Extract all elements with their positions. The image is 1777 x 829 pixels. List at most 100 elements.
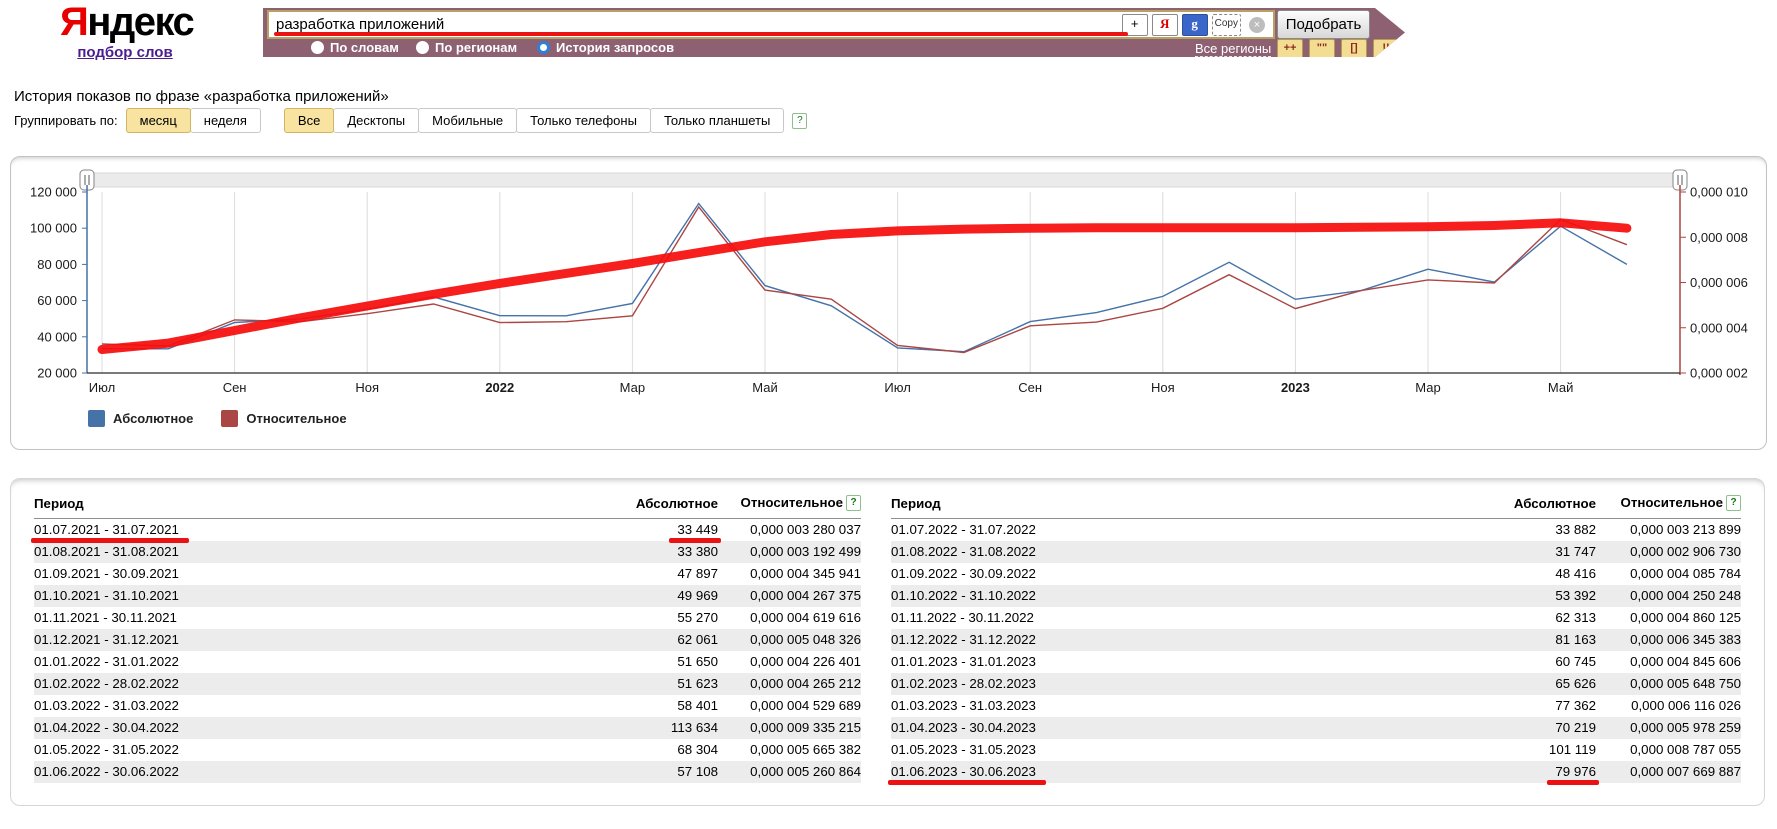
cell-value: 48 416 <box>1555 566 1596 581</box>
device-button-1[interactable]: Десктопы <box>333 108 419 133</box>
cell-value: 0,000 007 669 887 <box>1630 764 1741 779</box>
trend-annotation-line <box>102 223 1627 350</box>
cell-value: 65 626 <box>1555 676 1596 691</box>
device-button-3[interactable]: Только телефоны <box>516 108 651 133</box>
left-axis-tick-label: 40 000 <box>37 329 77 344</box>
relative-cell: 0,000 004 085 784 <box>1596 563 1741 585</box>
absolute-cell: 48 416 <box>1426 563 1596 585</box>
cell-value: 62 313 <box>1555 610 1596 625</box>
red-underline-annotation-search <box>274 32 1128 36</box>
table-row: 01.11.2021 - 30.11.202155 2700,000 004 6… <box>34 607 861 629</box>
help-icon[interactable]: ? <box>846 495 861 511</box>
relative-column-header[interactable]: Относительное? <box>1596 489 1741 519</box>
submit-button[interactable]: Подобрать <box>1277 10 1370 39</box>
relative-cell: 0,000 004 529 689 <box>718 695 861 717</box>
period-cell: 01.11.2022 - 30.11.2022 <box>891 607 1426 629</box>
clear-icon[interactable]: × <box>1249 17 1265 33</box>
relative-cell: 0,000 004 226 401 <box>718 651 861 673</box>
radio-option-1[interactable]: По регионам <box>416 40 517 55</box>
red-underline-annotation <box>669 538 721 543</box>
table-row: 01.04.2022 - 30.04.2022113 6340,000 009 … <box>34 717 861 739</box>
radio-option-2[interactable]: История запросов <box>537 40 674 55</box>
absolute-cell: 58 401 <box>548 695 718 717</box>
relative-cell: 0,000 005 048 326 <box>718 629 861 651</box>
chart-gridlines <box>102 192 1561 373</box>
relative-column-header[interactable]: Относительное? <box>718 489 861 519</box>
cell-value: 01.09.2021 - 30.09.2021 <box>34 566 179 581</box>
group-button-1[interactable]: неделя <box>190 108 261 133</box>
legend-item-0[interactable]: Абсолютное <box>88 410 193 427</box>
search-input[interactable]: разработка приложений + Я g Copy × <box>267 10 1275 39</box>
cell-value: 101 119 <box>1549 742 1596 757</box>
help-icon[interactable]: ? <box>792 113 807 129</box>
all-regions-link[interactable]: Все регионы <box>1195 41 1271 57</box>
help-icon[interactable]: ? <box>1726 495 1741 511</box>
relative-cell: 0,000 004 845 606 <box>1596 651 1741 673</box>
absolute-cell: 47 897 <box>548 563 718 585</box>
x-axis-tick-label: Июл <box>884 380 910 395</box>
cell-value: 60 745 <box>1555 654 1596 669</box>
radio-option-0[interactable]: По словам <box>311 40 399 55</box>
legend-label: Абсолютное <box>113 411 193 426</box>
period-cell: 01.07.2022 - 31.07.2022 <box>891 519 1426 542</box>
absolute-cell: 53 392 <box>1426 585 1596 607</box>
absolute-cell: 62 313 <box>1426 607 1596 629</box>
table-row: 01.03.2023 - 31.03.202377 3620,000 006 1… <box>891 695 1741 717</box>
absolute-cell: 33 449 <box>548 519 718 542</box>
google-favicon-button[interactable]: g <box>1182 14 1208 36</box>
absolute-cell: 68 304 <box>548 739 718 761</box>
cell-value: 01.03.2023 - 31.03.2023 <box>891 698 1036 713</box>
cell-value: 113 634 <box>671 720 718 735</box>
cell-value: 49 969 <box>677 588 718 603</box>
device-button-2[interactable]: Мобильные <box>418 108 517 133</box>
right-axis-tick-label: 0,000 008 <box>1690 230 1748 245</box>
history-chart: 120 000100 00080 00060 00040 00020 0000,… <box>11 157 1764 407</box>
cell-value: 0,000 006 345 383 <box>1630 632 1741 647</box>
yandex-logo[interactable]: Яндекс <box>60 0 190 44</box>
operator-button-0[interactable]: ++ <box>1277 39 1303 59</box>
left-axis-tick-label: 100 000 <box>30 221 77 236</box>
operator-button-3[interactable]: !! <box>1373 39 1399 59</box>
table-row: 01.06.2023 - 30.06.202379 9760,000 007 6… <box>891 761 1741 783</box>
absolute-column-header[interactable]: Абсолютное <box>1426 489 1596 519</box>
chart-panel: 120 000100 00080 00060 00040 00020 0000,… <box>10 156 1767 450</box>
legend-item-1[interactable]: Относительное <box>221 410 346 427</box>
device-button-4[interactable]: Только планшеты <box>650 108 784 133</box>
yandex-favicon-button[interactable]: Я <box>1152 14 1178 36</box>
relative-cell: 0,000 005 260 864 <box>718 761 861 783</box>
absolute-cell: 79 976 <box>1426 761 1596 783</box>
table-row: 01.12.2022 - 31.12.202281 1630,000 006 3… <box>891 629 1741 651</box>
operator-button-2[interactable]: [] <box>1341 39 1367 59</box>
group-button-0[interactable]: месяц <box>126 108 191 133</box>
device-button-0[interactable]: Все <box>284 108 334 133</box>
cell-value: 01.09.2022 - 30.09.2022 <box>891 566 1036 581</box>
period-column-header[interactable]: Период <box>34 489 548 519</box>
absolute-column-header[interactable]: Абсолютное <box>548 489 718 519</box>
cell-value: 01.03.2022 - 31.03.2022 <box>34 698 179 713</box>
period-cell: 01.03.2022 - 31.03.2022 <box>34 695 548 717</box>
relative-cell: 0,000 002 906 730 <box>1596 541 1741 563</box>
radio-icon <box>416 41 429 54</box>
left-axis-tick-label: 120 000 <box>30 185 77 200</box>
search-options-row: По словам По регионам История запросов Все… <box>263 39 1405 57</box>
table-header-row: ПериодАбсолютноеОтносительное? <box>891 489 1741 519</box>
wordstat-service-link[interactable]: подбор слов <box>77 44 172 61</box>
table-row: 01.08.2021 - 31.08.202133 3800,000 003 1… <box>34 541 861 563</box>
cell-value: 01.02.2023 - 28.02.2023 <box>891 676 1036 691</box>
range-slider-track[interactable] <box>80 173 1687 187</box>
copy-button[interactable]: Copy <box>1212 14 1241 36</box>
period-column-header[interactable]: Период <box>891 489 1426 519</box>
absolute-cell: 113 634 <box>548 717 718 739</box>
right-axis-tick-label: 0,000 002 <box>1690 366 1748 381</box>
absolute-cell: 31 747 <box>1426 541 1596 563</box>
period-cell: 01.11.2021 - 30.11.2021 <box>34 607 548 629</box>
absolute-cell: 60 745 <box>1426 651 1596 673</box>
x-axis-tick-label: Май <box>1548 380 1573 395</box>
operator-button-1[interactable]: "" <box>1309 39 1335 59</box>
period-cell: 01.07.2021 - 31.07.2021 <box>34 519 548 542</box>
cell-value: 0,000 005 048 326 <box>750 632 861 647</box>
search-banner: разработка приложений + Я g Copy × Подоб… <box>263 8 1405 57</box>
cell-value: 01.04.2023 - 30.04.2023 <box>891 720 1036 735</box>
relative-cell: 0,000 003 213 899 <box>1596 519 1741 542</box>
table-row: 01.02.2022 - 28.02.202251 6230,000 004 2… <box>34 673 861 695</box>
